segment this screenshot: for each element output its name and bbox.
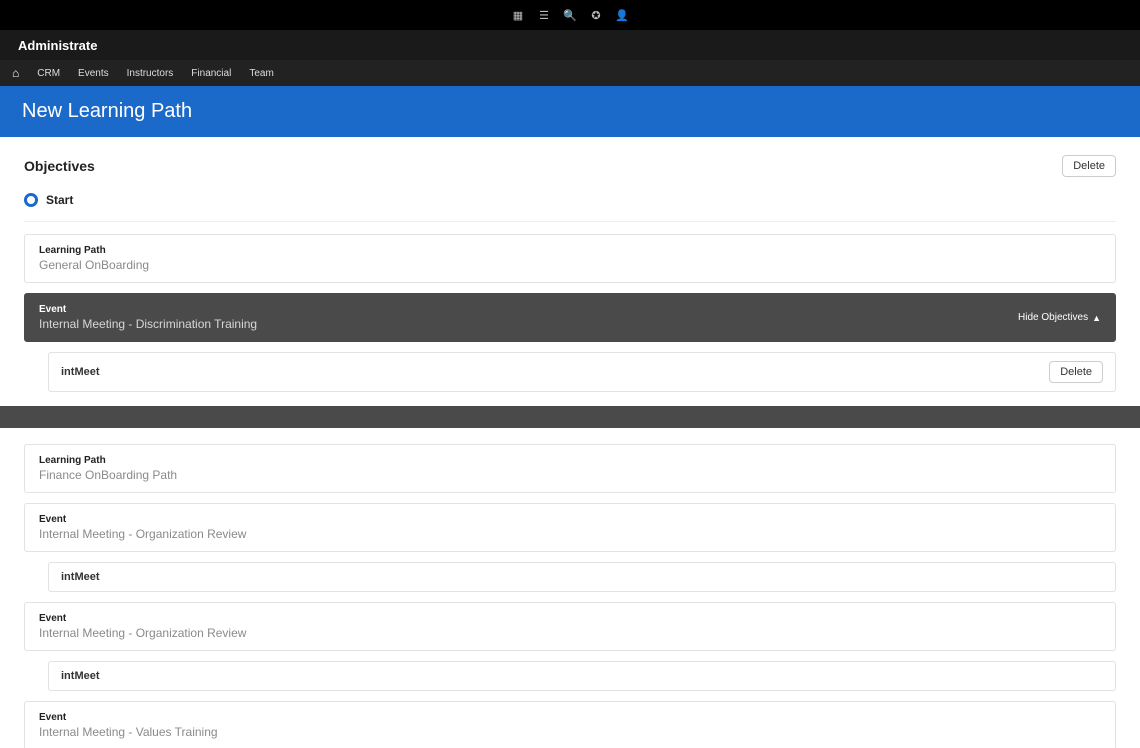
nested-tag-block[interactable]: intMeet bbox=[48, 661, 1116, 691]
delete-button[interactable]: Delete bbox=[1062, 155, 1116, 177]
nested-tag-block[interactable]: intMeet bbox=[48, 562, 1116, 592]
nav-item-crm[interactable]: CRM bbox=[37, 68, 60, 79]
objective-group: Event Internal Meeting - Organization Re… bbox=[24, 503, 1116, 592]
nav-item-events[interactable]: Events bbox=[78, 68, 109, 79]
start-radio-icon[interactable] bbox=[24, 193, 38, 207]
content-area: Objectives Delete Start Learning Path Ge… bbox=[0, 137, 1140, 748]
nested-delete-button[interactable]: Delete bbox=[1049, 361, 1103, 383]
start-label: Start bbox=[46, 193, 73, 207]
brand-name: Administrate bbox=[18, 38, 97, 53]
user-icon[interactable]: 👤 bbox=[616, 9, 628, 21]
objective-card-expanded[interactable]: Event Internal Meeting - Discrimination … bbox=[24, 293, 1116, 342]
nav-item-financial[interactable]: Financial bbox=[191, 68, 231, 79]
hide-objectives-toggle[interactable]: Hide Objectives ▲ bbox=[1018, 312, 1101, 323]
nested-tag: intMeet bbox=[61, 366, 100, 378]
objective-value: General OnBoarding bbox=[39, 258, 1101, 272]
objective-value: Finance OnBoarding Path bbox=[39, 468, 1101, 482]
objective-group: Event Internal Meeting - Values Training… bbox=[24, 701, 1116, 748]
objectives-header: Objectives Delete bbox=[24, 155, 1116, 177]
objective-card[interactable]: Learning Path General OnBoarding bbox=[24, 234, 1116, 283]
objectives-heading: Objectives bbox=[24, 158, 95, 174]
section-divider bbox=[0, 406, 1140, 428]
objective-value: Internal Meeting - Discrimination Traini… bbox=[39, 317, 257, 331]
main-nav: ⌂ CRM Events Instructors Financial Team bbox=[0, 60, 1140, 86]
bell-icon[interactable]: ✪ bbox=[590, 9, 602, 21]
hide-objectives-label: Hide Objectives bbox=[1018, 312, 1088, 323]
nested-row[interactable]: intMeet Delete bbox=[48, 352, 1116, 392]
objective-type: Learning Path bbox=[39, 245, 1101, 256]
objective-card[interactable]: Learning Path Finance OnBoarding Path bbox=[24, 444, 1116, 493]
nav-item-instructors[interactable]: Instructors bbox=[127, 68, 174, 79]
objective-value: Internal Meeting - Organization Review bbox=[39, 626, 1101, 640]
objective-type: Event bbox=[39, 514, 1101, 525]
home-icon[interactable]: ⌂ bbox=[12, 66, 19, 80]
objective-type: Learning Path bbox=[39, 455, 1101, 466]
nested-tag: intMeet bbox=[61, 670, 100, 682]
chevron-up-icon: ▲ bbox=[1092, 313, 1101, 323]
objective-value: Internal Meeting - Organization Review bbox=[39, 527, 1101, 541]
nested-objective: intMeet Delete bbox=[48, 352, 1116, 392]
start-row[interactable]: Start bbox=[24, 187, 1116, 222]
brand-bar: Administrate bbox=[0, 30, 1140, 60]
top-icon-bar: ▦ ☰ 🔍 ✪ 👤 bbox=[0, 0, 1140, 30]
objective-type: Event bbox=[39, 613, 1101, 624]
page-title-bar: New Learning Path bbox=[0, 86, 1140, 137]
grid-icon[interactable]: ▦ bbox=[512, 9, 524, 21]
objective-type: Event bbox=[39, 304, 257, 315]
nested-tag: intMeet bbox=[61, 571, 100, 583]
app-root: ▦ ☰ 🔍 ✪ 👤 Administrate ⌂ CRM Events Inst… bbox=[0, 0, 1140, 748]
list-icon[interactable]: ☰ bbox=[538, 9, 550, 21]
objective-card[interactable]: Event Internal Meeting - Values Training bbox=[24, 701, 1116, 748]
nav-item-team[interactable]: Team bbox=[249, 68, 273, 79]
search-icon[interactable]: 🔍 bbox=[564, 9, 576, 21]
objective-card[interactable]: Event Internal Meeting - Organization Re… bbox=[24, 602, 1116, 651]
objective-value: Internal Meeting - Values Training bbox=[39, 725, 1101, 739]
objective-card[interactable]: Event Internal Meeting - Organization Re… bbox=[24, 503, 1116, 552]
objective-group: Event Internal Meeting - Organization Re… bbox=[24, 602, 1116, 691]
objective-type: Event bbox=[39, 712, 1101, 723]
page-title: New Learning Path bbox=[22, 100, 192, 122]
